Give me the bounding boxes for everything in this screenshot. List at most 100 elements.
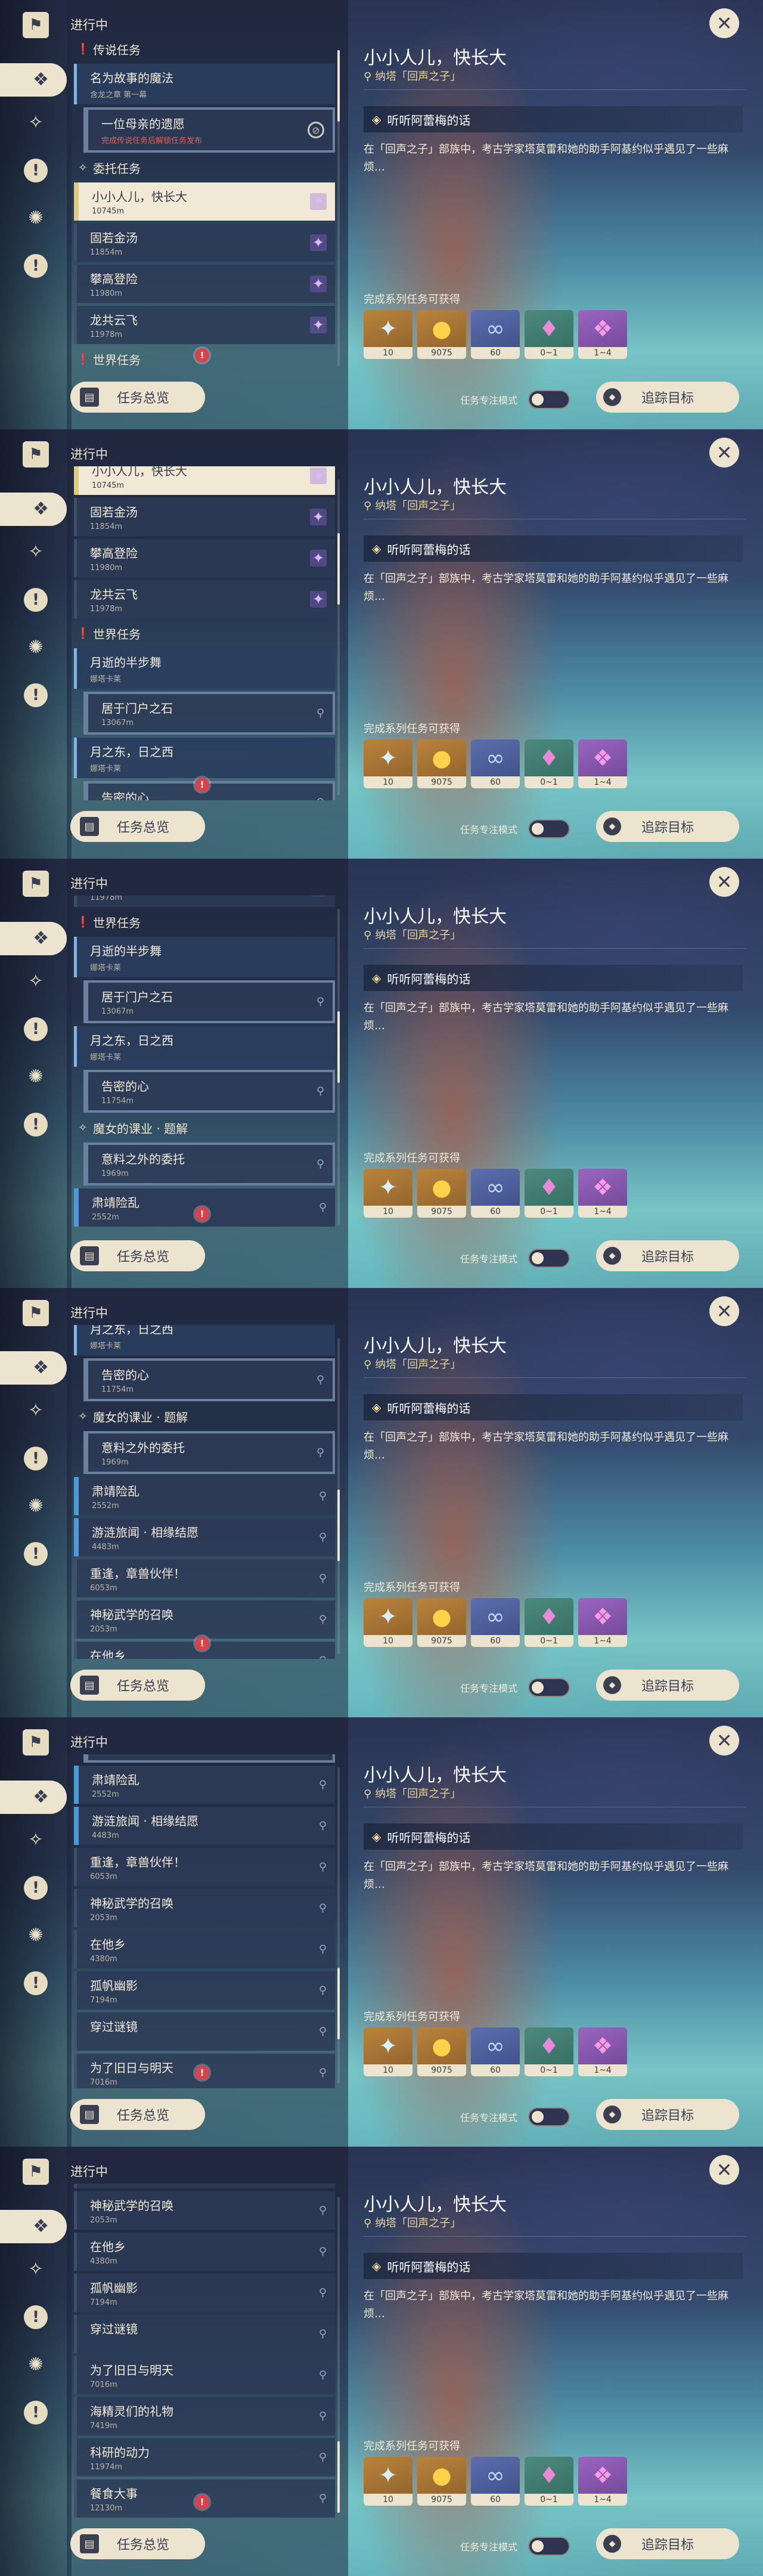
info-icon[interactable]: ! xyxy=(21,252,50,280)
quest-item[interactable]: 月逝的半步舞 娜塔卡莱 xyxy=(74,937,335,977)
focus-mode-toggle[interactable] xyxy=(528,2107,570,2126)
focus-mode-toggle[interactable] xyxy=(528,1678,570,1697)
reward-item[interactable]: ✦ 10 xyxy=(364,2027,412,2076)
quest-item[interactable]: 月之东，日之西 娜塔卡莱 xyxy=(74,1325,335,1355)
compass-icon[interactable]: ✧ xyxy=(21,1826,50,1854)
sparkle-icon[interactable]: ✺ xyxy=(21,633,50,662)
reward-item[interactable]: ✦ 10 xyxy=(364,310,412,359)
alert-icon[interactable]: ! xyxy=(21,156,50,185)
reward-item[interactable]: ✦ 10 xyxy=(364,739,412,788)
reward-item[interactable]: ❖ 1~4 xyxy=(578,739,627,788)
scroll-notice-icon[interactable]: ! xyxy=(195,348,209,363)
quest-item[interactable]: 神秘武学的召唤 2053m ⚲ xyxy=(74,1889,335,1927)
close-button[interactable]: ✕ xyxy=(709,8,739,38)
sparkle-icon[interactable]: ✺ xyxy=(21,1921,50,1950)
quest-item[interactable]: 肃靖险乱 2552m ⚲ xyxy=(74,1766,335,1804)
quest-item[interactable]: 固若金汤 11854m ✦ xyxy=(74,224,335,262)
quest-item[interactable]: 攀高登险 11980m ✦ xyxy=(74,539,335,577)
quests-tab[interactable]: ❖ xyxy=(0,2210,67,2243)
quest-item[interactable]: 重逢，章兽伙伴！6053m⚲ xyxy=(74,2184,335,2188)
focus-mode-toggle[interactable] xyxy=(528,819,570,838)
quest-overview-button[interactable]: ▤ 任务总览 xyxy=(70,1240,205,1271)
quest-item[interactable]: 神秘武学的召唤 2053m ⚲ xyxy=(74,1600,335,1639)
reward-item[interactable]: ∞ 60 xyxy=(471,1598,520,1647)
quest-book-icon[interactable]: ⚑ xyxy=(23,871,49,897)
quest-item[interactable]: 科研的动力 11974m ⚲ xyxy=(74,2438,335,2476)
close-button[interactable]: ✕ xyxy=(709,867,739,897)
reward-item[interactable]: ● 9075 xyxy=(417,739,466,788)
reward-item[interactable]: ❖ 1~4 xyxy=(578,2457,627,2506)
info-icon[interactable]: ! xyxy=(21,1540,50,1568)
compass-icon[interactable]: ✧ xyxy=(21,538,50,566)
alert-icon[interactable]: ! xyxy=(21,1444,50,1473)
quest-item[interactable]: 居于门户之石 13067m ⚲ xyxy=(83,980,335,1023)
quest-item[interactable]: 游涟旅闻 · 相缘结愿 4483m ⚲ xyxy=(74,1807,335,1845)
info-icon[interactable]: ! xyxy=(21,1969,50,1998)
compass-icon[interactable]: ✧ xyxy=(21,2255,50,2284)
quest-book-icon[interactable]: ⚑ xyxy=(23,1300,49,1326)
reward-item[interactable]: ● 9075 xyxy=(417,2027,466,2076)
alert-icon[interactable]: ! xyxy=(21,586,50,614)
quests-tab[interactable]: ❖ xyxy=(0,1781,67,1814)
close-button[interactable]: ✕ xyxy=(709,1296,739,1326)
quest-item[interactable]: 孤帆幽影 7194m ⚲ xyxy=(74,2274,335,2312)
quest-overview-button[interactable]: ▤ 任务总览 xyxy=(70,2099,205,2130)
quest-item[interactable]: 居于门户之石 13067m ⚲ xyxy=(83,692,335,735)
quest-item[interactable]: 孤帆幽影 7194m ⚲ xyxy=(74,1971,335,2010)
quest-item[interactable]: 龙共云飞11978m✦ xyxy=(74,580,335,618)
reward-item[interactable]: ♦ 0~1 xyxy=(525,2457,573,2506)
quests-tab[interactable]: ❖ xyxy=(0,922,67,955)
quest-overview-button[interactable]: ▤ 任务总览 xyxy=(70,2528,205,2559)
quest-item[interactable]: 意料之外的委托1969m⚲ xyxy=(83,1431,335,1474)
focus-mode-toggle[interactable] xyxy=(528,1249,570,1268)
quest-book-icon[interactable]: ⚑ xyxy=(23,1729,49,1755)
quest-item[interactable]: 月之东，日之西 娜塔卡莱 xyxy=(74,1026,335,1067)
quest-item[interactable]: 龙共云飞11978m✦ xyxy=(74,306,335,344)
track-target-button[interactable]: ◆ 追踪目标 xyxy=(596,2528,739,2559)
quest-item[interactable]: 月之东，日之西 娜塔卡莱 xyxy=(74,738,335,778)
focus-mode-toggle[interactable] xyxy=(528,390,570,409)
quest-item[interactable]: 龙共云飞11978m✦ xyxy=(74,896,335,907)
reward-item[interactable]: ♦ 0~1 xyxy=(525,1598,573,1647)
info-icon[interactable]: ! xyxy=(21,1110,50,1139)
quest-item[interactable]: 告密的心11754m⚲ xyxy=(83,1358,335,1401)
track-target-button[interactable]: ◆ 追踪目标 xyxy=(596,1240,739,1271)
quest-book-icon[interactable]: ⚑ xyxy=(23,12,49,38)
reward-item[interactable]: ∞ 60 xyxy=(471,310,520,359)
quest-item[interactable]: 告密的心11754m⚲ xyxy=(83,781,335,800)
track-target-button[interactable]: ◆ 追踪目标 xyxy=(596,2099,739,2130)
alert-icon[interactable]: ! xyxy=(21,1874,50,1902)
quest-item[interactable]: 意料之外的委托1969m⚲ xyxy=(83,1754,335,1763)
close-button[interactable]: ✕ xyxy=(709,438,739,467)
quest-item[interactable]: 月逝的半步舞 娜塔卡莱 xyxy=(74,648,335,689)
quest-item-selected[interactable]: 小小人儿，快长大 10745m ✦ xyxy=(74,466,335,495)
reward-item[interactable]: ❖ 1~4 xyxy=(578,2027,627,2076)
sparkle-icon[interactable]: ✺ xyxy=(21,2351,50,2379)
reward-item[interactable]: ∞ 60 xyxy=(471,2457,520,2506)
sparkle-icon[interactable]: ✺ xyxy=(21,1063,50,1091)
quest-overview-button[interactable]: ▤ 任务总览 xyxy=(70,811,205,842)
quest-book-icon[interactable]: ⚑ xyxy=(23,441,49,467)
scroll-notice-icon[interactable]: ! xyxy=(195,2495,209,2509)
quest-item-selected[interactable]: 小小人儿，快长大 10745m ✦ xyxy=(74,182,335,221)
compass-icon[interactable]: ✧ xyxy=(21,1397,50,1425)
quest-item[interactable]: 神秘武学的召唤 2053m ⚲ xyxy=(74,2191,335,2230)
reward-item[interactable]: ∞ 60 xyxy=(471,739,520,788)
sparkle-icon[interactable]: ✺ xyxy=(21,1492,50,1521)
quest-overview-button[interactable]: ▤ 任务总览 xyxy=(70,1670,205,1701)
reward-item[interactable]: ● 9075 xyxy=(417,1598,466,1647)
quest-item[interactable]: 在他乡 4380m ⚲ xyxy=(74,1930,335,1968)
quests-tab[interactable]: ❖ xyxy=(0,1351,67,1385)
quest-item[interactable]: 重逢，章兽伙伴！6053m⚲ xyxy=(74,1848,335,1886)
reward-item[interactable]: ✦ 10 xyxy=(364,1598,412,1647)
quests-tab[interactable]: ❖ xyxy=(0,63,67,97)
quests-tab[interactable]: ❖ xyxy=(0,493,67,526)
compass-icon[interactable]: ✧ xyxy=(21,109,50,137)
reward-item[interactable]: ♦ 0~1 xyxy=(525,1169,573,1218)
compass-icon[interactable]: ✧ xyxy=(21,967,50,996)
quest-book-icon[interactable]: ⚑ xyxy=(23,2159,49,2185)
track-target-button[interactable]: ◆ 追踪目标 xyxy=(596,811,739,842)
reward-item[interactable]: ❖ 1~4 xyxy=(578,1169,627,1218)
reward-item[interactable]: ● 9075 xyxy=(417,1169,466,1218)
quest-overview-button[interactable]: ▤ 任务总览 xyxy=(70,382,205,413)
